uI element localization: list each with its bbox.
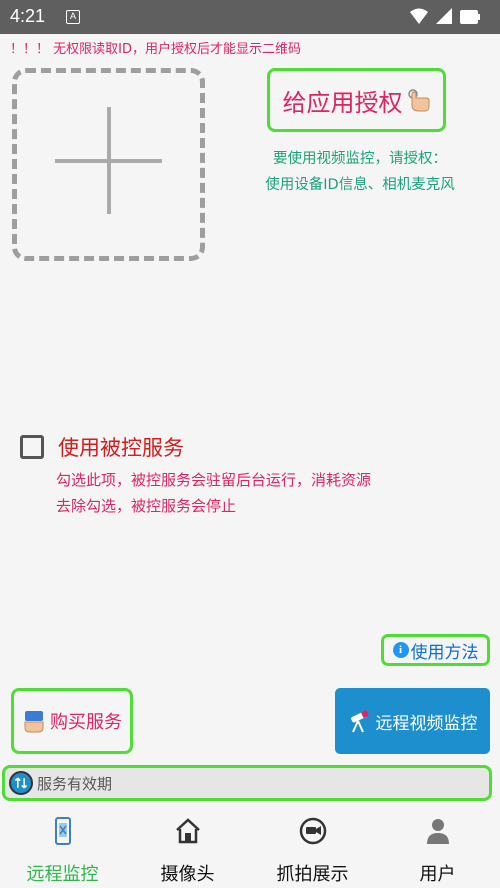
validity-placeholder: 服务有效期 — [37, 774, 113, 793]
camera-icon — [299, 817, 326, 845]
nav-item-snapshot[interactable]: 抓拍展示 — [250, 808, 375, 888]
nav-item-camera[interactable]: 摄像头 — [125, 808, 250, 888]
grant-permission-button[interactable]: 给应用授权 — [267, 68, 446, 132]
permission-info-line1: 要使用视频监控，请授权： — [273, 151, 447, 167]
phone-scan-icon — [54, 817, 71, 845]
remote-video-monitor-label: 远程视频监控 — [375, 713, 478, 734]
permission-info: 要使用视频监控，请授权： 使用设备ID信息、相机麦克风 — [240, 146, 480, 198]
nav-label-camera: 摄像头 — [160, 864, 215, 885]
usage-guide-label: 使用方法 — [410, 642, 479, 663]
nav-label-snapshot: 抓拍展示 — [276, 864, 349, 885]
nav-item-remote-monitor[interactable]: 远程监控 — [0, 808, 125, 888]
controlled-service-description: 勾选此项，被控服务会驻留后台运行，消耗资源 去除勾选，被控服务会停止 — [56, 467, 371, 519]
home-icon — [175, 818, 200, 844]
usage-guide-button[interactable]: i 使用方法 — [381, 634, 490, 666]
remote-video-monitor-button[interactable]: 远程视频监控 — [335, 688, 490, 754]
nav-label-user: 用户 — [419, 864, 456, 885]
system-status-icons — [410, 8, 480, 24]
service-validity-field[interactable]: 服务有效期 — [2, 765, 492, 801]
user-icon — [426, 819, 449, 844]
permission-info-line2: 使用设备ID信息、相机麦克风 — [265, 177, 455, 193]
signal-icon — [436, 8, 452, 24]
service-desc-line1: 勾选此项，被控服务会驻留后台运行，消耗资源 — [56, 471, 372, 489]
nav-item-user[interactable]: 用户 — [375, 808, 500, 888]
battery-icon — [460, 10, 478, 24]
controlled-service-checkbox[interactable] — [20, 435, 44, 459]
buy-service-button[interactable]: 购买服务 — [11, 688, 133, 754]
controlled-service-label: 使用被控服务 — [58, 436, 184, 460]
controlled-service-toggle[interactable]: 使用被控服务 — [20, 432, 184, 462]
wifi-icon — [410, 8, 428, 24]
buy-service-label: 购买服务 — [50, 712, 122, 733]
service-desc-line2: 去除勾选，被控服务会停止 — [56, 497, 237, 515]
telescope-icon — [350, 710, 369, 733]
bottom-navigation: 远程监控 摄像头 抓拍展示 用户 — [0, 808, 500, 888]
status-time: 4:21 — [10, 6, 46, 26]
info-icon: i — [392, 642, 409, 658]
permission-warning: ！！！ 无权限读取ID，用户授权后才能显示二维码 — [10, 42, 301, 57]
grant-permission-label: 给应用授权 — [282, 88, 403, 117]
notification-icon: A — [66, 10, 80, 24]
purchase-hand-icon — [24, 711, 44, 733]
pointing-hand-icon — [407, 89, 429, 112]
qr-code-placeholder[interactable] — [12, 68, 205, 261]
nav-label-remote-monitor: 远程监控 — [26, 864, 99, 885]
status-bar: 4:21 A — [0, 0, 500, 34]
validity-icon — [9, 771, 33, 795]
